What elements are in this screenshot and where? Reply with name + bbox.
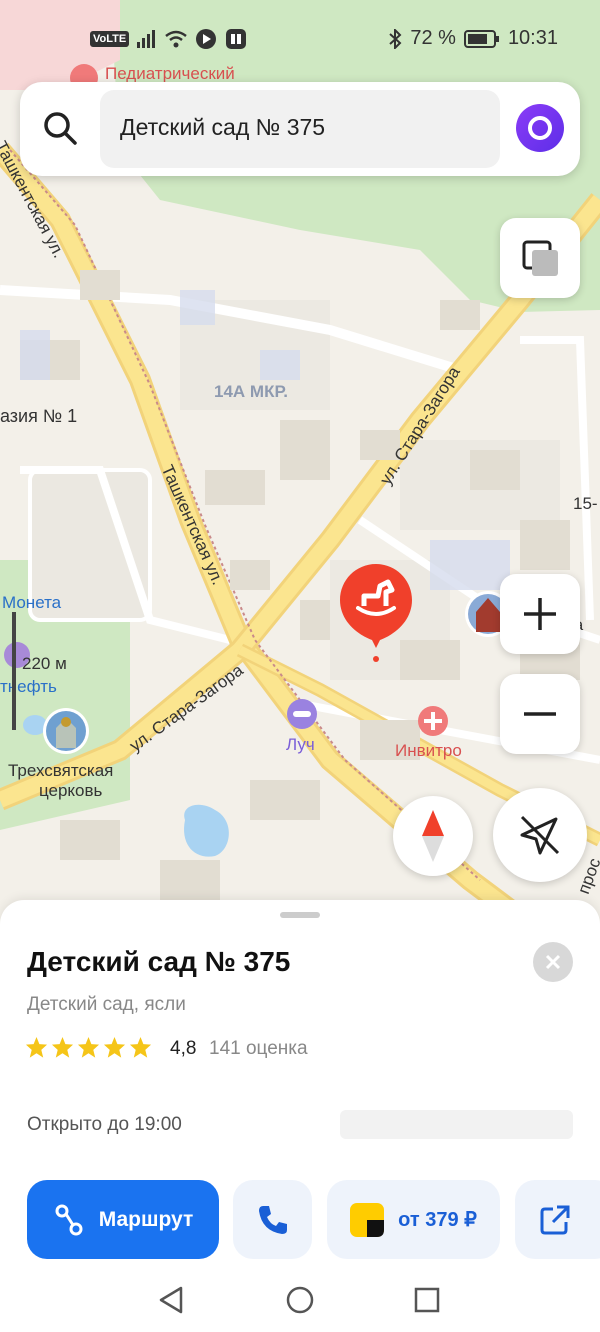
compass-button[interactable] bbox=[393, 796, 473, 876]
recents-icon[interactable] bbox=[414, 1287, 440, 1313]
rating-stars[interactable] bbox=[25, 1036, 152, 1059]
route-button[interactable]: Маршрут bbox=[27, 1180, 219, 1259]
zoom-in-button[interactable] bbox=[500, 574, 580, 654]
place-title: Детский сад № 375 bbox=[27, 946, 291, 977]
alice-voice-assistant-button[interactable] bbox=[516, 104, 564, 152]
star-icon bbox=[129, 1036, 152, 1058]
nav-icons bbox=[159, 1286, 440, 1314]
phone-icon bbox=[258, 1205, 287, 1234]
alice-icon bbox=[528, 116, 552, 140]
status-bar: VoLTE 72 % 10:31 bbox=[0, 0, 600, 80]
yandex-go-icon bbox=[350, 1202, 385, 1237]
wifi-icon bbox=[165, 30, 187, 48]
loading-placeholder bbox=[340, 1110, 573, 1139]
star-icon bbox=[103, 1036, 126, 1058]
book-icon bbox=[226, 29, 247, 49]
place-category: Детский сад, ясли bbox=[27, 994, 186, 1015]
clock: 10:31 bbox=[507, 27, 558, 49]
rocking-horse-icon bbox=[340, 564, 412, 662]
minus-icon bbox=[524, 712, 556, 716]
star-icon bbox=[77, 1036, 100, 1058]
route-button-label: Маршрут bbox=[98, 1207, 194, 1231]
share-button[interactable] bbox=[515, 1180, 600, 1259]
selected-place-pin[interactable] bbox=[338, 562, 414, 662]
close-button[interactable] bbox=[533, 942, 573, 982]
sheet-grab-handle[interactable] bbox=[280, 912, 320, 918]
share-icon bbox=[540, 1205, 570, 1234]
battery-icon bbox=[463, 29, 499, 48]
plus-icon bbox=[524, 598, 556, 630]
my-location-button[interactable] bbox=[493, 788, 587, 882]
media-play-icon bbox=[196, 29, 217, 49]
search-bar[interactable]: Детский сад № 375 bbox=[20, 82, 580, 176]
volte-badge: VoLTE bbox=[90, 31, 130, 47]
signal-icon bbox=[137, 30, 156, 48]
search-icon[interactable] bbox=[42, 110, 78, 146]
battery-percent: 72 % bbox=[410, 27, 456, 49]
opening-hours[interactable]: Открыто до 19:00 bbox=[27, 1114, 182, 1136]
taxi-price-label: от 379 ₽ bbox=[398, 1209, 477, 1231]
route-icon bbox=[55, 1204, 83, 1235]
close-icon bbox=[545, 954, 561, 970]
layers-icon bbox=[522, 240, 558, 276]
back-icon[interactable] bbox=[159, 1286, 183, 1314]
search-input[interactable]: Детский сад № 375 bbox=[100, 90, 500, 168]
map-layers-button[interactable] bbox=[500, 218, 580, 298]
star-icon bbox=[25, 1036, 48, 1058]
bluetooth-icon bbox=[389, 28, 402, 49]
zoom-out-button[interactable] bbox=[500, 674, 580, 754]
call-button[interactable] bbox=[233, 1180, 312, 1259]
map-scale-bar bbox=[12, 612, 16, 730]
home-icon[interactable] bbox=[286, 1286, 314, 1314]
system-navigation-bar bbox=[0, 1264, 600, 1332]
taxi-button[interactable]: от 379 ₽ bbox=[327, 1180, 500, 1259]
star-icon bbox=[51, 1036, 74, 1058]
location-off-icon bbox=[520, 815, 560, 855]
rating-count-link[interactable]: 141 оценка bbox=[209, 1038, 308, 1060]
compass-icon bbox=[422, 810, 444, 862]
rating-value: 4,8 bbox=[170, 1038, 197, 1059]
